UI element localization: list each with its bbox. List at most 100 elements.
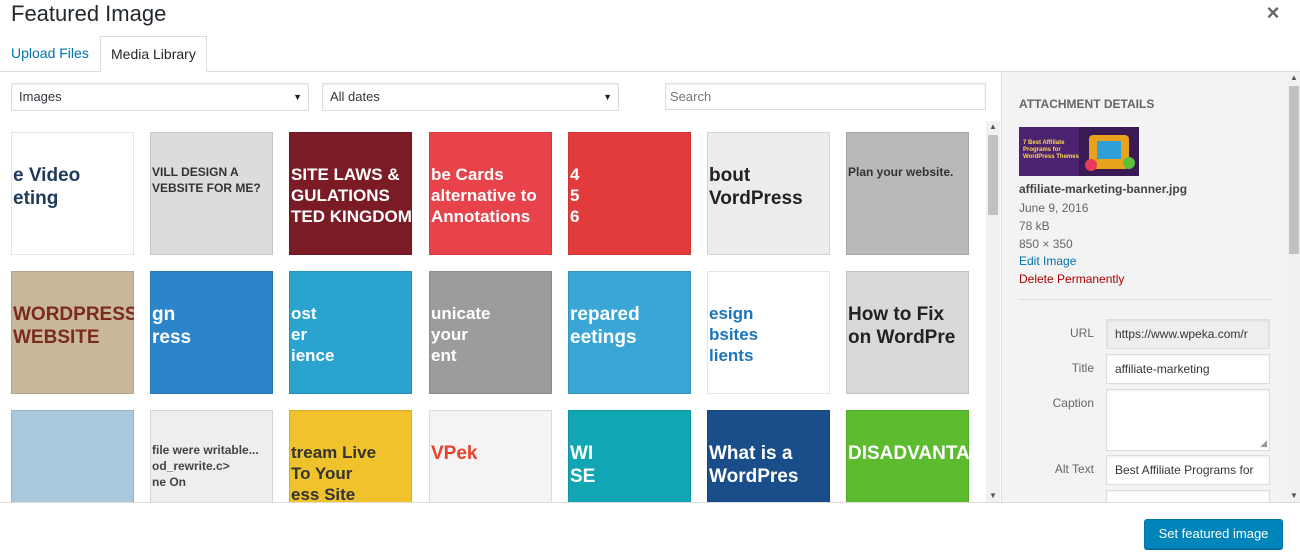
thumbnail-caption: gn — [152, 304, 176, 325]
attachment-dimensions: 850 × 350 — [1019, 237, 1073, 251]
thumbnail-caption: Annotations — [431, 207, 531, 226]
edit-image-link[interactable]: Edit Image — [1019, 254, 1076, 268]
media-thumbnail[interactable]: bout VordPress — [707, 132, 830, 255]
thumbnail-caption: 4 — [570, 165, 580, 184]
thumbnail-caption: esign — [709, 304, 754, 323]
attachment-details-heading: Attachment Details — [1019, 97, 1155, 111]
scroll-up-icon[interactable]: ▲ — [1287, 72, 1300, 84]
thumbnail-caption: VPek — [431, 443, 478, 464]
thumbnail-caption: lients — [709, 346, 754, 365]
thumbnail-caption: file were writable... — [152, 443, 259, 457]
thumbnail-caption: ience — [291, 346, 335, 365]
media-thumbnail[interactable]: WORDPRESS WEBSITE — [11, 271, 134, 394]
caption-label: Caption — [1052, 396, 1094, 410]
chevron-down-icon: ▼ — [293, 92, 302, 102]
media-thumbnail[interactable] — [11, 410, 134, 502]
close-icon[interactable]: × — [1262, 2, 1284, 25]
alt-text-label: Alt Text — [1054, 462, 1094, 476]
thumbnail-caption: e Video — [13, 165, 81, 186]
tab-bar: Upload Files Media Library — [0, 36, 1300, 73]
thumbnail-caption: WI — [570, 443, 594, 464]
attachment-preview: 7 Best Affiliate Programs for WordPress … — [1019, 127, 1139, 176]
media-thumbnail[interactable]: repared eetings — [568, 271, 691, 394]
thumbnail-caption: Plan your website. — [848, 165, 954, 179]
media-thumbnail[interactable]: be Cards alternative to Annotations — [429, 132, 552, 255]
thumbnail-caption: ne On — [152, 475, 187, 489]
media-thumbnail[interactable]: tream Live To Your ess Site — [289, 410, 412, 502]
thumbnail-caption: SITE LAWS & — [291, 165, 400, 184]
thumbnail-caption: eetings — [570, 327, 637, 348]
divider — [1019, 299, 1271, 300]
media-thumbnail[interactable]: unicate your ent — [429, 271, 552, 394]
thumbnail-caption: bsites — [709, 325, 759, 344]
grid-scrollbar[interactable]: ▲ ▼ — [986, 121, 1000, 502]
thumbnail-caption: VEBSITE FOR ME? — [152, 181, 261, 195]
search-input[interactable]: Search — [665, 83, 986, 110]
thumbnail-caption: repared — [570, 304, 640, 325]
thumbnail-caption: on WordPre — [848, 327, 956, 348]
scrollbar-thumb[interactable] — [988, 135, 998, 215]
media-thumbnail[interactable]: VPek — [429, 410, 552, 502]
thumbnail-caption: ress — [152, 327, 192, 348]
title-field[interactable]: affiliate-marketing — [1106, 354, 1270, 384]
thumbnail-caption: er — [291, 325, 308, 344]
preview-caption: 7 Best Affiliate Programs for WordPress … — [1023, 140, 1079, 160]
thumbnail-caption: ess Site — [291, 485, 356, 502]
thumbnail-caption: tream Live — [291, 443, 377, 462]
thumbnail-caption: your — [431, 325, 468, 344]
resize-grip-icon[interactable]: ◢ — [1260, 439, 1267, 448]
description-field[interactable] — [1106, 490, 1270, 502]
date-filter-select[interactable]: All dates ▼ — [322, 83, 619, 111]
media-thumbnail[interactable]: Plan your website. — [846, 132, 969, 255]
media-thumbnail[interactable]: SITE LAWS & GULATIONS TED KINGDOM — [289, 132, 412, 255]
media-thumbnail[interactable]: What is a WordPres — [707, 410, 830, 502]
date-filter-value: All dates — [330, 89, 380, 104]
thumbnail-caption: bout — [709, 165, 751, 186]
tab-upload-files[interactable]: Upload Files — [1, 36, 99, 72]
thumbnail-caption: unicate — [431, 304, 491, 323]
media-type-value: Images — [19, 89, 62, 104]
thumbnail-caption: SE — [570, 466, 596, 487]
thumbnail-caption: alternative to — [431, 186, 537, 205]
media-thumbnail[interactable]: VILL DESIGN A VEBSITE FOR ME? — [150, 132, 273, 255]
alt-text-field[interactable]: Best Affiliate Programs for — [1106, 455, 1270, 485]
media-type-select[interactable]: Images ▼ — [11, 83, 309, 111]
thumbnail-caption: be Cards — [431, 165, 504, 184]
thumbnail-caption: VILL DESIGN A — [152, 165, 239, 179]
modal-title: Featured Image — [11, 1, 167, 26]
attachment-details-panel: Attachment Details 7 Best Affiliate Prog… — [1001, 72, 1300, 502]
scrollbar-thumb[interactable] — [1289, 86, 1299, 254]
scroll-up-icon[interactable]: ▲ — [986, 121, 1000, 133]
url-field[interactable]: https://www.wpeka.com/r — [1106, 319, 1270, 349]
title-label: Title — [1071, 361, 1094, 375]
attachment-filename: affiliate-marketing-banner.jpg — [1019, 182, 1188, 196]
featured-image-modal: Featured Image × Upload Files Media Libr… — [0, 0, 1300, 552]
media-thumbnail[interactable]: e Video eting — [11, 132, 134, 255]
media-thumbnail[interactable]: ost er ience — [289, 271, 412, 394]
media-thumbnail[interactable]: esign bsites lients — [707, 271, 830, 394]
thumbnail-caption: How to Fix — [848, 304, 945, 325]
media-thumbnail[interactable]: WI SE — [568, 410, 691, 502]
media-grid: e Video eting VILL DESIGN A VEBSITE FOR ME?… — [0, 120, 1000, 502]
scroll-down-icon[interactable]: ▼ — [986, 490, 1000, 502]
thumbnail-caption: GULATIONS — [291, 186, 390, 205]
delete-permanently-link[interactable]: Delete Permanently — [1019, 272, 1124, 286]
tab-media-library[interactable]: Media Library — [100, 36, 207, 73]
media-thumbnail[interactable]: DISADVANTAGES — [846, 410, 969, 502]
media-thumbnail[interactable]: How to Fix on WordPre — [846, 271, 969, 394]
media-thumbnail[interactable]: file were writable... od_rewrite.c> ne On — [150, 410, 273, 502]
thumbnail-caption: WEBSITE — [13, 327, 100, 348]
thumbnail-caption: To Your — [291, 464, 353, 483]
sidebar-scrollbar[interactable]: ▲ ▼ — [1287, 72, 1300, 502]
media-thumbnail[interactable]: gn ress — [150, 271, 273, 394]
modal-footer: Set featured image — [0, 502, 1300, 552]
chevron-down-icon: ▼ — [603, 92, 612, 102]
thumbnail-caption: ost — [291, 304, 317, 323]
media-thumbnail[interactable]: 4 5 6 — [568, 132, 691, 255]
set-featured-image-button[interactable]: Set featured image — [1144, 519, 1283, 549]
scroll-down-icon[interactable]: ▼ — [1287, 490, 1300, 502]
thumbnail-caption: ent — [431, 346, 457, 365]
caption-field[interactable]: ◢ — [1106, 389, 1270, 451]
thumbnail-caption: WORDPRESS — [13, 304, 134, 325]
thumbnail-caption: 6 — [570, 207, 580, 226]
